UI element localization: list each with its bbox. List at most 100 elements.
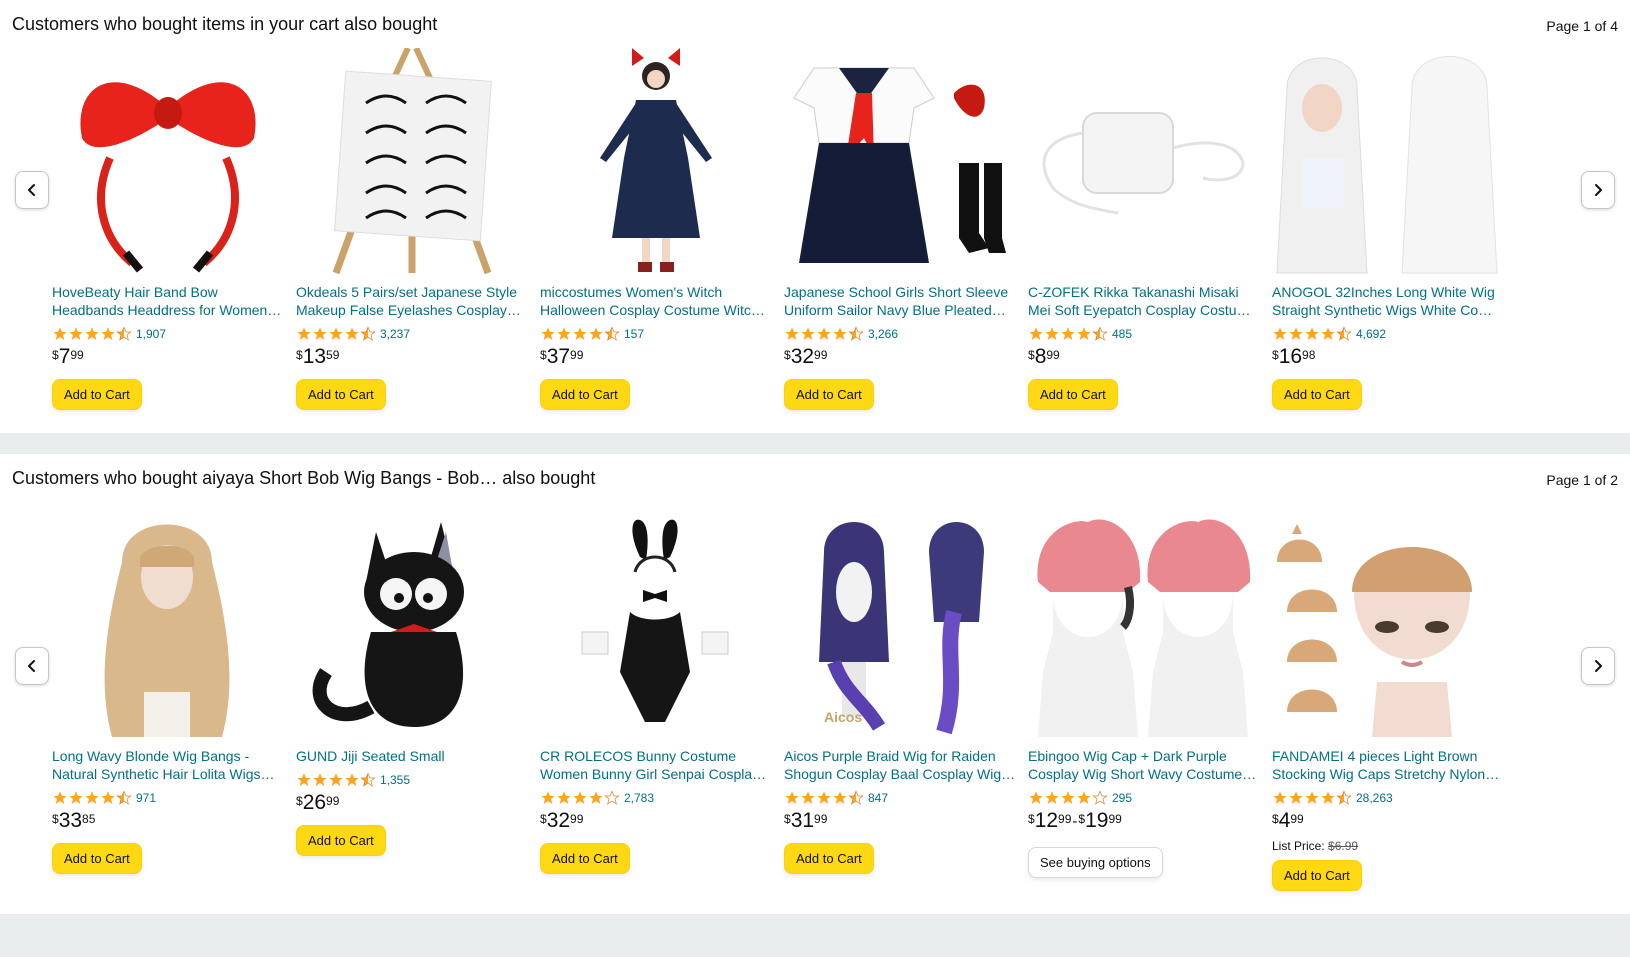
product-image-wig-caps[interactable] [1272,512,1504,742]
product-title-link[interactable]: Ebingoo Wig Cap + Dark Purple Cosplay Wi… [1028,747,1260,783]
add-to-cart-button[interactable]: Add to Cart [540,379,630,410]
section-title: Customers who bought aiyaya Short Bob Wi… [12,468,596,488]
add-to-cart-button[interactable]: Add to Cart [296,825,386,856]
product-image-witch-costume[interactable] [540,48,772,278]
product-image-blonde-wig[interactable] [52,512,284,742]
product-carousel: Long Wavy Blonde Wig Bangs - Natural Syn… [52,512,1552,912]
add-to-cart-button[interactable]: Add to Cart [296,379,386,410]
add-to-cart-button[interactable]: Add to Cart [540,843,630,874]
product-card: Aicos Aicos Purple Braid Wig for Raiden … [784,512,1016,874]
product-image-eyepatch[interactable] [1028,48,1260,278]
add-to-cart-button[interactable]: Add to Cart [1272,860,1362,891]
star-rating-icon [1028,326,1108,342]
white-wig-image [1276,56,1498,274]
star-rating-icon [1028,790,1108,806]
product-rating[interactable]: 4,692 [1272,325,1504,343]
product-image-cat-plush[interactable] [296,512,528,742]
review-count[interactable]: 1,355 [380,773,410,787]
product-price-range: $12 99- $19 99 [1028,809,1122,832]
product-title-link[interactable]: C-ZOFEK Rikka Takanashi Misaki Mei Soft … [1028,283,1260,319]
star-rating-icon [784,326,864,342]
product-title-link[interactable]: GUND Jiji Seated Small [296,747,528,765]
product-image-false-eyelashes[interactable] [296,48,528,278]
page-indicator: Page 1 of 4 [1546,18,1618,34]
see-buying-options-button[interactable]: See buying options [1028,847,1163,878]
add-to-cart-button[interactable]: Add to Cart [784,379,874,410]
product-card: Japanese School Girls Short Sleeve Unifo… [784,48,1016,410]
eyepatch-image [1042,112,1245,215]
product-card: Long Wavy Blonde Wig Bangs - Natural Syn… [52,512,284,874]
product-image-sailor-uniform[interactable] [784,48,1016,278]
blonde-wig-image [104,524,230,737]
product-card: ANOGOL 32Inches Long White Wig Straight … [1272,48,1504,410]
product-title-link[interactable]: FANDAMEI 4 pieces Light Brown Stocking W… [1272,747,1504,783]
product-rating[interactable]: 2,783 [540,789,772,807]
product-rating[interactable]: 1,907 [52,325,284,343]
star-rating-icon [540,326,620,342]
add-to-cart-button[interactable]: Add to Cart [784,843,874,874]
chevron-left-icon [28,184,35,196]
wig-caps-image [1277,524,1472,737]
product-price: $13 59 [296,345,340,368]
product-card: Okdeals 5 Pairs/set Japanese Style Makeu… [296,48,528,410]
product-title-link[interactable]: Okdeals 5 Pairs/set Japanese Style Makeu… [296,283,528,319]
product-image-bow-headband[interactable] [52,48,284,278]
page-indicator: Page 1 of 2 [1546,472,1618,488]
product-image-purple-braid-wig[interactable]: Aicos [784,512,1016,742]
product-card: GUND Jiji Seated Small 1,355 $26 99 Add t… [296,512,528,856]
purple-wig-image: Aicos [819,522,984,735]
review-count[interactable]: 3,266 [868,327,898,341]
pink-wig-image [1037,519,1251,737]
carousel-section-cart-also-bought: Customers who bought items in your cart … [0,0,1630,433]
product-image-white-wig[interactable] [1272,48,1504,278]
review-count[interactable]: 3,237 [380,327,410,341]
product-title-link[interactable]: Long Wavy Blonde Wig Bangs - Natural Syn… [52,747,284,783]
product-title-link[interactable]: miccostumes Women's Witch Halloween Cosp… [540,283,772,319]
list-price: List Price: $6.99 [1272,839,1359,853]
bunny-costume-image [581,519,729,722]
review-count[interactable]: 4,692 [1356,327,1386,341]
review-count[interactable]: 1,907 [136,327,166,341]
product-title-link[interactable]: Japanese School Girls Short Sleeve Unifo… [784,283,1016,319]
review-count[interactable]: 2,783 [624,791,654,805]
product-image-pink-wig[interactable] [1028,512,1260,742]
review-count[interactable]: 28,263 [1356,791,1393,805]
product-title-link[interactable]: Aicos Purple Braid Wig for Raiden Shogun… [784,747,1016,783]
carousel-next-button[interactable] [1581,171,1615,209]
product-rating[interactable]: 28,263 [1272,789,1504,807]
review-count[interactable]: 847 [868,791,888,805]
product-rating[interactable]: 157 [540,325,772,343]
add-to-cart-button[interactable]: Add to Cart [1272,379,1362,410]
witch-costume-image [600,48,712,272]
add-to-cart-button[interactable]: Add to Cart [52,379,142,410]
review-count[interactable]: 295 [1112,791,1132,805]
product-rating[interactable]: 485 [1028,325,1260,343]
product-rating[interactable]: 971 [52,789,284,807]
product-price: $8 99 [1028,345,1060,368]
product-price: $7 99 [52,345,84,368]
product-image-bunny-costume[interactable] [540,512,772,742]
product-title-link[interactable]: ANOGOL 32Inches Long White Wig Straight … [1272,283,1504,319]
product-carousel: HoveBeaty Hair Band Bow Headbands Headdr… [52,48,1552,448]
section-title: Customers who bought items in your cart … [12,14,438,34]
review-count[interactable]: 485 [1112,327,1132,341]
review-count[interactable]: 157 [624,327,644,341]
carousel-next-button[interactable] [1581,647,1615,685]
product-rating[interactable]: 1,355 [296,771,528,789]
carousel-prev-button[interactable] [15,171,49,209]
product-card: FANDAMEI 4 pieces Light Brown Stocking W… [1272,512,1504,891]
product-rating[interactable]: 295 [1028,789,1260,807]
product-title-link[interactable]: CR ROLECOS Bunny Costume Women Bunny Gir… [540,747,772,783]
add-to-cart-button[interactable]: Add to Cart [1028,379,1118,410]
product-title-link[interactable]: HoveBeaty Hair Band Bow Headbands Headdr… [52,283,284,319]
product-price: $31 99 [784,809,828,832]
cat-plush-image [312,522,464,727]
product-rating[interactable]: 3,266 [784,325,1016,343]
carousel-prev-button[interactable] [15,647,49,685]
product-price: $4 99 [1272,809,1304,832]
product-card: C-ZOFEK Rikka Takanashi Misaki Mei Soft … [1028,48,1260,410]
product-rating[interactable]: 3,237 [296,325,528,343]
product-rating[interactable]: 847 [784,789,1016,807]
add-to-cart-button[interactable]: Add to Cart [52,843,142,874]
review-count[interactable]: 971 [136,791,156,805]
